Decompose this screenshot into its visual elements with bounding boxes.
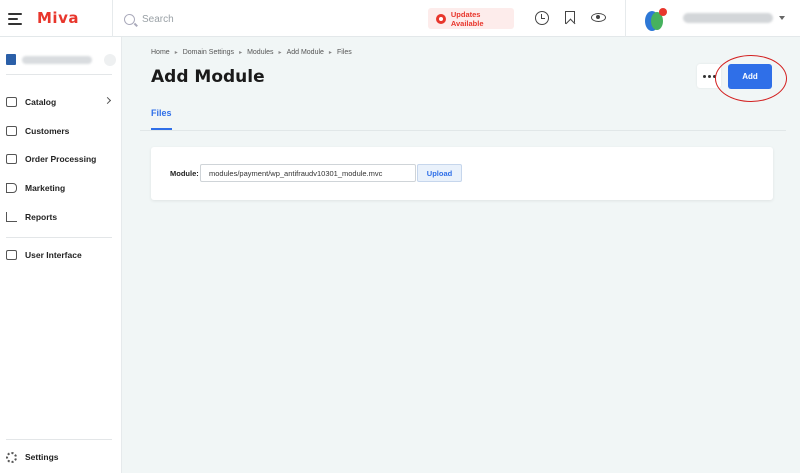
store-switch-icon[interactable] — [104, 54, 116, 66]
breadcrumb-separator: ▸ — [278, 50, 282, 56]
divider — [6, 74, 112, 75]
sidebar-item-label: Customers — [25, 126, 70, 136]
sidebar-item-label: Order Processing — [25, 154, 97, 164]
top-bar: Miva Search Updates Available — [0, 0, 800, 37]
sidebar-item-customers[interactable]: Customers — [6, 123, 112, 139]
search-input[interactable]: Search — [142, 14, 174, 25]
sidebar-item-order-processing[interactable]: Order Processing — [6, 151, 112, 167]
updates-label: Updates Available — [450, 9, 484, 28]
update-icon — [436, 13, 446, 24]
store-logo-icon — [645, 8, 667, 31]
sidebar: Catalog Customers Order Processing Marke… — [0, 37, 122, 473]
updates-available-button[interactable]: Updates Available — [428, 8, 514, 29]
chevron-down-icon[interactable] — [779, 16, 785, 20]
sidebar-item-marketing[interactable]: Marketing — [6, 180, 112, 196]
breadcrumb: Home ▸ Domain Settings ▸ Modules ▸ Add M… — [151, 49, 352, 56]
search-box[interactable]: Search — [124, 10, 174, 28]
breadcrumb-separator: ▸ — [239, 50, 243, 56]
module-path-field[interactable] — [200, 164, 416, 182]
breadcrumb-add-module[interactable]: Add Module — [287, 49, 324, 56]
tab-files[interactable]: Files — [151, 108, 172, 118]
add-button[interactable]: Add — [728, 64, 772, 89]
module-label: Module: — [170, 169, 199, 178]
history-icon[interactable] — [535, 11, 549, 25]
dot-icon — [702, 74, 706, 78]
orders-icon — [6, 154, 17, 164]
window-icon — [6, 250, 17, 260]
sidebar-item-catalog[interactable]: Catalog — [6, 94, 112, 110]
search-icon — [124, 13, 135, 25]
divider — [625, 0, 626, 37]
more-options-button[interactable] — [697, 64, 721, 88]
sidebar-item-label: Marketing — [25, 183, 66, 193]
megaphone-icon — [6, 183, 17, 193]
breadcrumb-home[interactable]: Home — [151, 49, 170, 56]
upload-button[interactable]: Upload — [417, 164, 462, 182]
sidebar-item-settings[interactable]: Settings — [6, 449, 112, 465]
eye-icon[interactable] — [591, 13, 606, 22]
sidebar-item-user-interface[interactable]: User Interface — [6, 247, 112, 263]
gear-icon — [6, 451, 17, 463]
sidebar-item-label: Reports — [25, 212, 58, 222]
breadcrumb-domain-settings[interactable]: Domain Settings — [183, 49, 234, 56]
sidebar-item-label: User Interface — [25, 250, 82, 260]
miva-logo[interactable]: Miva — [37, 9, 79, 27]
bar-chart-icon — [6, 212, 17, 222]
divider — [112, 0, 113, 37]
module-card: Module: Upload — [151, 147, 773, 200]
sidebar-item-label: Catalog — [25, 97, 57, 107]
store-icon — [6, 54, 16, 65]
breadcrumb-modules[interactable]: Modules — [247, 49, 273, 56]
divider — [6, 439, 112, 440]
bookmark-icon[interactable] — [565, 11, 575, 24]
sidebar-item-label: Settings — [25, 452, 59, 462]
dot-icon — [707, 74, 711, 78]
customers-icon — [6, 126, 17, 136]
divider — [140, 130, 786, 131]
sidebar-item-reports[interactable]: Reports — [6, 209, 112, 225]
catalog-icon — [6, 97, 17, 107]
chevron-right-icon — [103, 96, 112, 105]
store-name — [22, 56, 92, 64]
dot-icon — [712, 74, 716, 78]
divider — [6, 237, 112, 238]
breadcrumb-separator: ▸ — [174, 50, 178, 56]
menu-icon[interactable] — [8, 13, 22, 25]
user-name[interactable] — [683, 13, 773, 23]
store-selector[interactable] — [6, 52, 116, 68]
breadcrumb-separator: ▸ — [328, 50, 332, 56]
breadcrumb-files: Files — [336, 49, 352, 56]
page-title: Add Module — [151, 67, 265, 87]
